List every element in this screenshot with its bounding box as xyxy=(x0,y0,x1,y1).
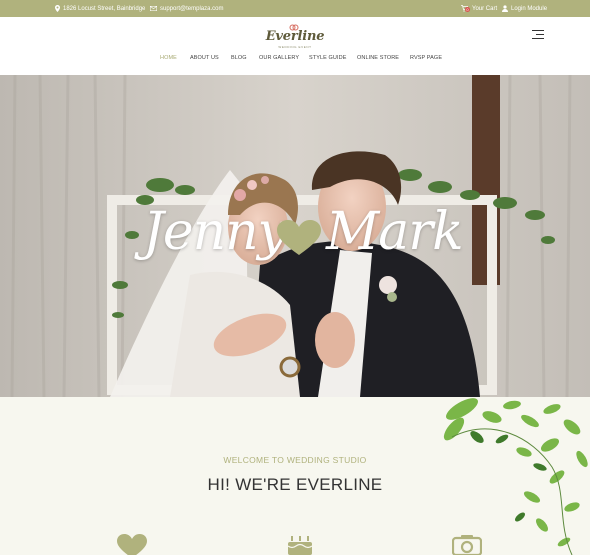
hero-banner: Jenny Mark xyxy=(0,75,590,397)
site-logo[interactable]: Everline WEDDING EVENT xyxy=(255,21,335,51)
welcome-kicker: WELCOME TO WEDDING STUDIO xyxy=(223,455,367,465)
map-pin-icon xyxy=(55,5,60,12)
email-link[interactable]: support@templaza.com xyxy=(160,6,223,12)
heart-icon xyxy=(277,220,321,255)
address-info: 1826 Locust Street, Bainbridge xyxy=(55,0,145,17)
user-icon xyxy=(502,5,508,12)
main-nav: HOME ABOUT US BLOG OUR GALLERY STYLE GUI… xyxy=(0,55,590,69)
groom-name: Mark xyxy=(326,202,464,262)
camera-icon xyxy=(452,535,482,555)
welcome-title: HI! WE'RE EVERLINE xyxy=(207,475,383,494)
cake-icon xyxy=(287,536,313,555)
logo-tagline: WEDDING EVENT xyxy=(278,45,312,49)
email-info[interactable]: support@templaza.com xyxy=(150,0,223,17)
nav-style-guide[interactable]: STYLE GUIDE xyxy=(309,55,346,61)
top-bar: 1826 Locust Street, Bainbridge support@t… xyxy=(0,0,590,17)
nav-blog[interactable]: BLOG xyxy=(231,55,247,61)
address-text: 1826 Locust Street, Bainbridge xyxy=(63,5,146,12)
cart-label[interactable]: Your Cart xyxy=(472,6,497,12)
cart-link[interactable]: 0 Your Cart xyxy=(461,0,497,17)
welcome-section: WELCOME TO WEDDING STUDIO HI! WE'RE EVER… xyxy=(0,397,590,555)
nav-home[interactable]: HOME xyxy=(160,55,177,61)
couple-names: Jenny Mark xyxy=(0,202,590,272)
logo-text: Everline xyxy=(265,29,325,44)
site-header: Everline WEDDING EVENT HOME ABOUT US BLO… xyxy=(0,17,590,75)
mail-icon xyxy=(150,6,157,11)
nav-our-gallery[interactable]: OUR GALLERY xyxy=(259,55,299,61)
nav-online-store[interactable]: ONLINE STORE xyxy=(357,55,399,61)
heart-icon xyxy=(117,534,147,555)
hamburger-icon[interactable] xyxy=(530,29,544,41)
nav-about-us[interactable]: ABOUT US xyxy=(190,55,219,61)
cart-count-badge: 0 xyxy=(465,6,470,12)
bride-name: Jenny xyxy=(143,202,287,262)
login-label[interactable]: Login Module xyxy=(511,6,547,12)
nav-rvsp-page[interactable]: RVSP PAGE xyxy=(410,55,442,61)
login-link[interactable]: Login Module xyxy=(502,0,547,17)
